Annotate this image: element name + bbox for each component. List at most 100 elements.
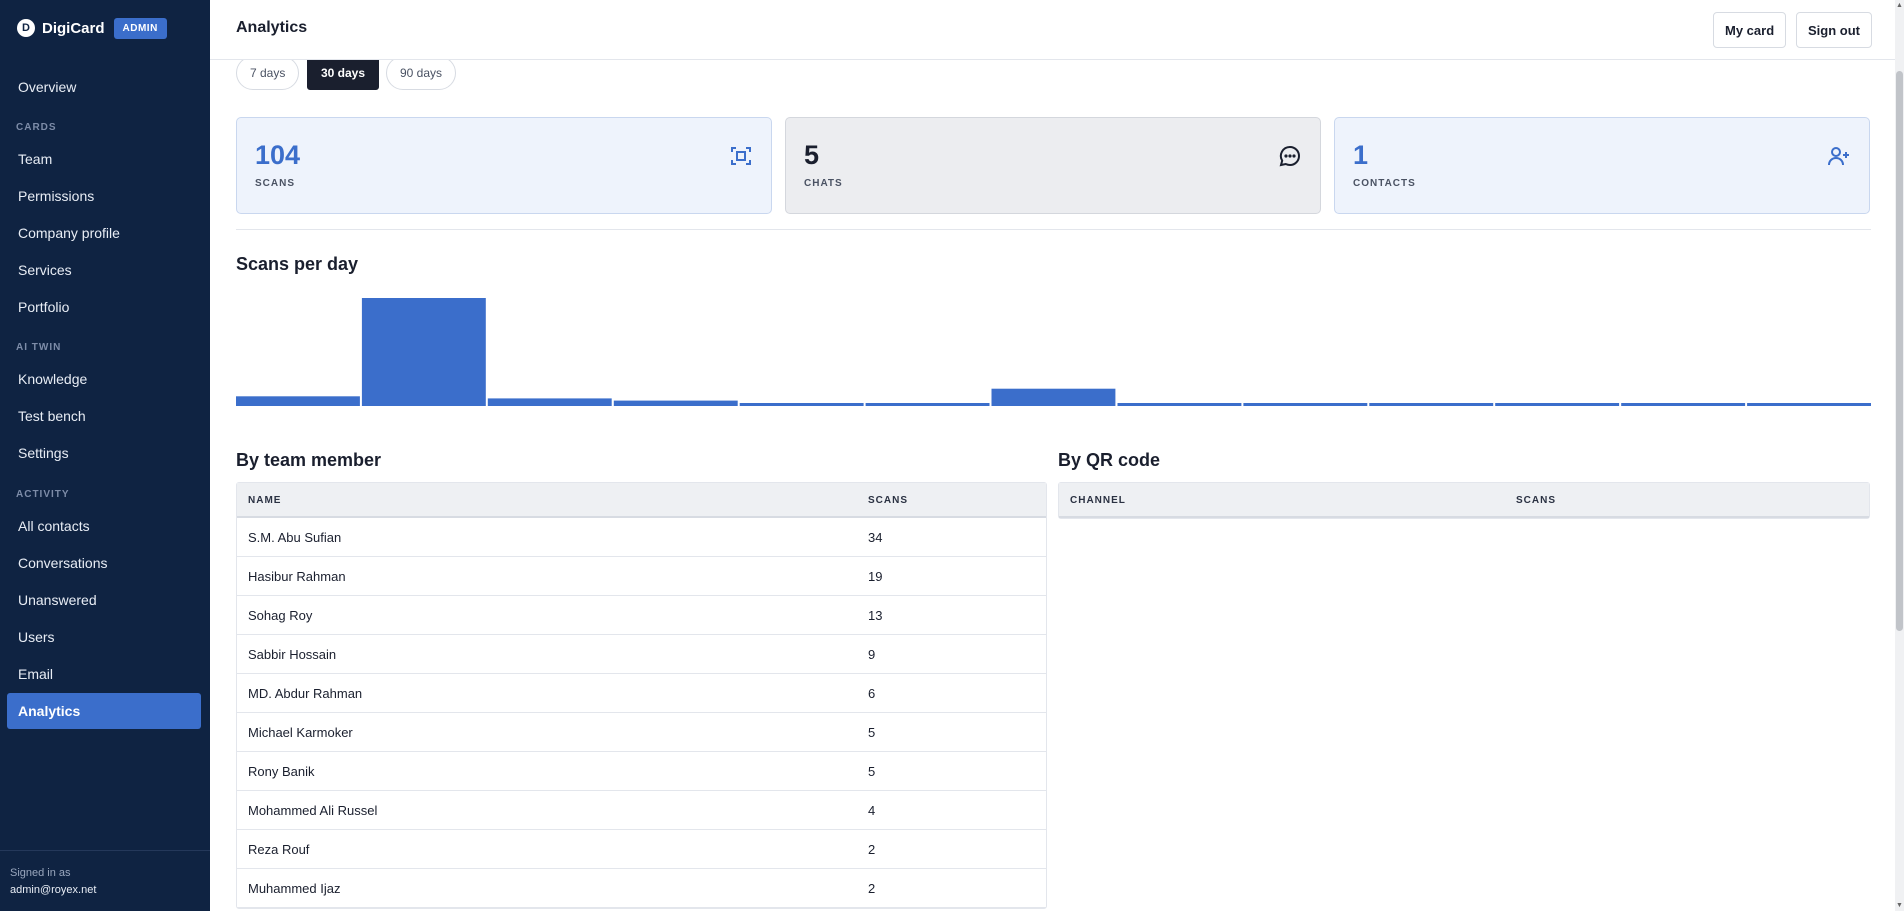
sidebar-item-test-bench[interactable]: Test bench [7, 398, 201, 434]
chart-bar [1117, 403, 1242, 406]
stat-value: 5 [804, 140, 820, 170]
range-30-days[interactable]: 30 days [307, 56, 380, 90]
table-row[interactable]: Hasibur Rahman 19 [237, 557, 1046, 596]
chat-icon [1279, 145, 1300, 167]
member-name: Michael Karmoker [248, 725, 353, 740]
table-row[interactable]: Rony Banik 5 [237, 752, 1046, 791]
member-scans: 13 [868, 608, 883, 623]
member-name: Hasibur Rahman [248, 569, 346, 584]
stat-card-chats: 5 CHATS [785, 117, 1321, 214]
add-user-icon [1828, 147, 1849, 166]
table-row[interactable]: Sohag Roy 13 [237, 596, 1046, 635]
sign-out-button[interactable]: Sign out [1796, 12, 1872, 48]
member-name: Sabbir Hossain [248, 647, 337, 662]
member-scans: 19 [868, 569, 883, 584]
chart-bar [1369, 403, 1494, 406]
page-title: Analytics [236, 19, 308, 36]
scrollbar-thumb[interactable] [1896, 71, 1903, 631]
member-name: Muhammed Ijaz [248, 881, 341, 896]
sidebar-item-email[interactable]: Email [7, 656, 201, 692]
table-header: NAME SCANS [237, 483, 1046, 518]
member-scans: 5 [868, 764, 876, 779]
sidebar-section-cards: CARDS [16, 122, 57, 133]
chart-bar [613, 400, 738, 406]
chart-bar [991, 388, 1116, 406]
sidebar-item-company-profile[interactable]: Company profile [7, 215, 201, 251]
table-row[interactable]: MD. Abdur Rahman 6 [237, 674, 1046, 713]
member-scans: 34 [868, 530, 883, 545]
stat-label: CONTACTS [1353, 178, 1416, 189]
chart-bar [865, 403, 990, 406]
table-row[interactable]: Mohammed Ali Russel 4 [237, 791, 1046, 830]
stat-label: SCANS [255, 178, 296, 189]
member-scans: 2 [868, 842, 876, 857]
chart-bar [236, 396, 360, 406]
member-scans: 5 [868, 725, 876, 740]
sidebar: D DigiCard ADMIN Overview CARDS Team Per… [0, 0, 210, 911]
chart-bar [1243, 403, 1368, 406]
column-header-channel: CHANNEL [1070, 495, 1126, 506]
sidebar-item-portfolio[interactable]: Portfolio [7, 289, 201, 325]
scroll-down-arrow-icon[interactable]: ▼ [1896, 902, 1903, 909]
member-scans: 2 [868, 881, 876, 896]
member-name: MD. Abdur Rahman [248, 686, 363, 701]
chart-bar [361, 298, 486, 406]
sidebar-item-team[interactable]: Team [7, 141, 201, 177]
sidebar-item-conversations[interactable]: Conversations [7, 545, 201, 581]
sidebar-item-overview[interactable]: Overview [7, 69, 201, 105]
sidebar-item-analytics[interactable]: Analytics [7, 693, 201, 729]
table-row[interactable]: Sabbir Hossain 9 [237, 635, 1046, 674]
sidebar-item-all-contacts[interactable]: All contacts [7, 508, 201, 544]
scan-icon [731, 147, 751, 165]
table-row[interactable]: Reza Rouf 2 [237, 830, 1046, 869]
qr-code-table: CHANNEL SCANS [1058, 482, 1870, 519]
sidebar-item-unanswered[interactable]: Unanswered [7, 582, 201, 618]
team-member-table: NAME SCANS S.M. Abu Sufian 34 Hasibur Rah… [236, 482, 1047, 909]
sidebar-item-permissions[interactable]: Permissions [7, 178, 201, 214]
top-header: Analytics My card Sign out [210, 0, 1895, 60]
range-7-days[interactable]: 7 days [236, 56, 300, 90]
chart-bar [1495, 403, 1620, 406]
column-header-scans: SCANS [868, 495, 909, 506]
member-name: S.M. Abu Sufian [248, 530, 342, 545]
table-row[interactable]: Michael Karmoker 5 [237, 713, 1046, 752]
column-header-name: NAME [248, 495, 282, 506]
chart-bar [487, 398, 612, 406]
stat-value: 104 [255, 140, 301, 170]
qr-table-title: By QR code [1058, 450, 1161, 470]
member-name: Rony Banik [248, 764, 315, 779]
sidebar-section-ai-twin: AI TWIN [16, 342, 62, 353]
stat-value: 1 [1353, 140, 1369, 170]
column-header-scans: SCANS [1516, 495, 1557, 506]
member-scans: 6 [868, 686, 876, 701]
admin-badge: ADMIN [113, 17, 167, 39]
sidebar-item-settings[interactable]: Settings [7, 435, 201, 471]
member-scans: 4 [868, 803, 876, 818]
my-card-button[interactable]: My card [1713, 12, 1787, 48]
table-row[interactable]: S.M. Abu Sufian 34 [237, 518, 1046, 557]
table-header: CHANNEL SCANS [1059, 483, 1869, 518]
member-name: Reza Rouf [248, 842, 310, 857]
member-scans: 9 [868, 647, 876, 662]
page-scrollbar[interactable]: ▲ ▼ [1895, 0, 1904, 911]
brand-name: DigiCard [42, 19, 105, 37]
team-table-title: By team member [236, 450, 382, 470]
sidebar-item-knowledge[interactable]: Knowledge [7, 361, 201, 397]
divider [236, 229, 1871, 230]
sidebar-item-users[interactable]: Users [7, 619, 201, 655]
scans-per-day-chart [236, 298, 1871, 406]
stat-card-contacts: 1 CONTACTS [1334, 117, 1870, 214]
stat-card-scans: 104 SCANS [236, 117, 772, 214]
brand-logo-icon: D [17, 19, 35, 37]
scroll-up-arrow-icon[interactable]: ▲ [1896, 2, 1903, 9]
member-name: Sohag Roy [248, 608, 313, 623]
range-90-days[interactable]: 90 days [386, 56, 457, 90]
member-name: Mohammed Ali Russel [248, 803, 378, 818]
chart-title: Scans per day [236, 254, 359, 274]
sidebar-item-services[interactable]: Services [7, 252, 201, 288]
stat-label: CHATS [804, 178, 843, 189]
brand[interactable]: D DigiCard ADMIN [17, 17, 167, 39]
table-row[interactable]: Muhammed Ijaz 2 [237, 869, 1046, 908]
chart-bar [1621, 403, 1746, 406]
signed-in-email: admin@royex.net [10, 884, 97, 896]
